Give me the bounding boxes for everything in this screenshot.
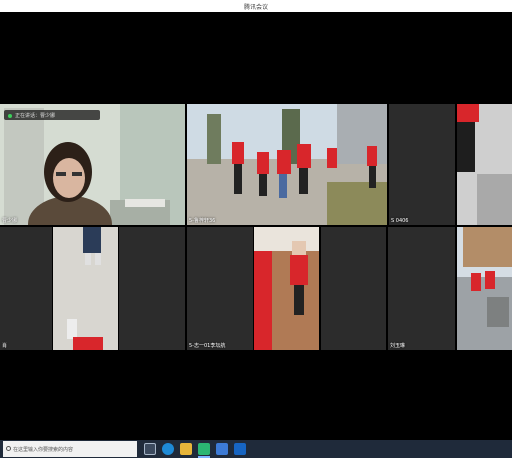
speaker-video <box>0 104 185 225</box>
video-tile-participant[interactable] <box>119 227 185 350</box>
participant-video <box>53 227 118 350</box>
participant-video <box>254 227 319 350</box>
windows-taskbar: 在这里输入你要搜索的内容 <box>0 440 512 458</box>
search-placeholder: 在这里输入你要搜索的内容 <box>13 447 74 453</box>
speaking-indicator: 正在讲话：曹少娜 <box>4 110 100 120</box>
video-tile-participant[interactable] <box>457 104 512 225</box>
video-tile-participant[interactable]: 刘玉琳 <box>388 227 455 350</box>
participant-name: 刘玉琳 <box>390 343 406 349</box>
window-titlebar: 腾讯会议 <box>0 0 512 12</box>
video-tile-participant[interactable] <box>457 227 512 350</box>
participant-video <box>457 104 512 225</box>
video-tile-participant[interactable] <box>254 227 319 350</box>
video-tile-participant[interactable]: 肖 <box>0 227 52 350</box>
explorer-icon[interactable] <box>180 443 192 455</box>
video-grid: 正在讲话：曹少娜 曹少娜 5-鲁梓轩36 S 0406 肖 5-志一01李坛航 … <box>0 12 512 440</box>
video-tile-participant[interactable]: 5-鲁梓轩36 <box>187 104 387 225</box>
video-tile-speaker[interactable]: 正在讲话：曹少娜 曹少娜 <box>0 104 185 225</box>
video-tile-participant[interactable] <box>53 227 118 350</box>
speaking-dot-icon <box>8 113 12 118</box>
participant-name: 5-志一01李坛航 <box>189 343 226 349</box>
participant-name: 肖 <box>2 343 8 349</box>
speaking-text: 正在讲话：曹少娜 <box>15 113 56 119</box>
meeting-icon[interactable] <box>198 443 210 455</box>
participant-name: S 0406 <box>391 218 409 224</box>
participant-video <box>187 104 387 225</box>
taskbar-search-input[interactable]: 在这里输入你要搜索的内容 <box>3 441 137 457</box>
participant-name: 5-鲁梓轩36 <box>189 218 216 224</box>
video-tile-participant[interactable] <box>321 227 386 350</box>
video-tile-participant[interactable]: 5-志一01李坛航 <box>187 227 253 350</box>
edge-icon[interactable] <box>162 443 174 455</box>
participant-video <box>457 227 512 350</box>
task-view-icon[interactable] <box>144 443 156 455</box>
video-tile-participant[interactable]: S 0406 <box>389 104 455 225</box>
search-icon <box>6 446 11 451</box>
store-icon[interactable] <box>216 443 228 455</box>
participant-name: 曹少娜 <box>2 218 18 224</box>
mail-icon[interactable] <box>234 443 246 455</box>
window-title: 腾讯会议 <box>243 4 268 11</box>
